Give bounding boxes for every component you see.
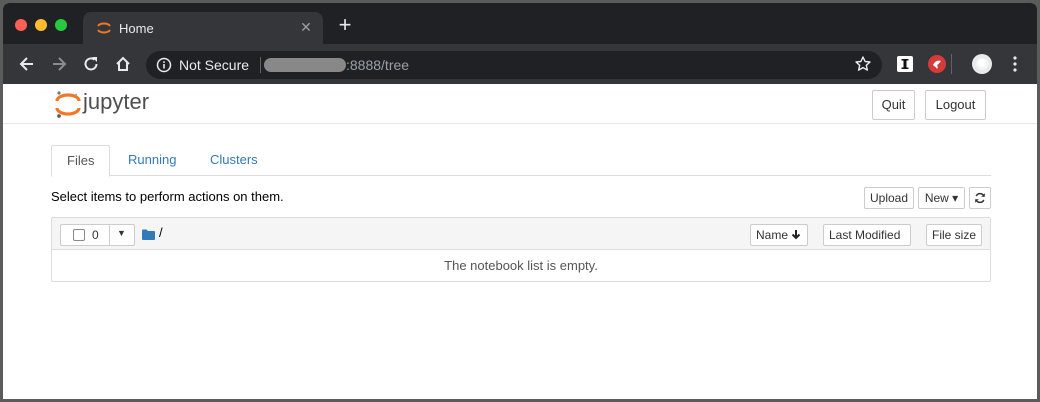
browser-toolbar: Not Secure :8888/tree: [3, 44, 1037, 84]
sort-by-modified-button[interactable]: Last Modified: [823, 224, 911, 246]
jupyter-logo-text[interactable]: jupyter: [83, 89, 149, 115]
home-icon[interactable]: [111, 52, 135, 76]
select-all-checkbox[interactable]: [73, 229, 85, 241]
folder-icon: [142, 227, 155, 240]
bookmark-star-icon[interactable]: [854, 55, 872, 73]
jupyter-page: jupyter Quit Logout Files Running Cluste…: [3, 84, 1037, 399]
sort-by-size-button[interactable]: File size: [926, 224, 982, 246]
address-divider: [260, 57, 261, 73]
browser-tab-home[interactable]: Home ✕: [83, 12, 323, 44]
tab-title: Home: [119, 21, 154, 36]
address-bar[interactable]: Not Secure :8888/tree: [146, 51, 882, 79]
back-arrow-icon[interactable]: [15, 52, 39, 76]
jupyter-favicon-icon: [96, 20, 112, 36]
jupyter-header: jupyter Quit Logout: [3, 84, 1037, 124]
new-tab-button[interactable]: +: [335, 14, 355, 36]
new-dropdown-button[interactable]: New ▾: [918, 187, 965, 209]
toolbar-divider: [951, 54, 952, 74]
tab-files[interactable]: Files: [51, 145, 110, 177]
upload-button[interactable]: Upload: [864, 187, 914, 209]
refresh-icon: [975, 192, 985, 204]
forward-arrow-icon[interactable]: [47, 52, 71, 76]
notebook-list-header: 0 ▼ / Name Last Modified File size: [52, 218, 990, 250]
browser-window: Home ✕ + Not Secure :8888/tree jupyter Q…: [3, 3, 1037, 399]
maximize-window-button[interactable]: [55, 19, 67, 31]
tab-close-icon[interactable]: ✕: [297, 18, 315, 36]
select-dropdown-icon[interactable]: ▼: [117, 228, 126, 238]
sort-by-name-button[interactable]: Name: [750, 224, 808, 246]
info-icon[interactable]: [156, 57, 172, 73]
tab-clusters[interactable]: Clusters: [195, 145, 273, 176]
reload-icon[interactable]: [79, 52, 103, 76]
redacted-host: [264, 58, 346, 72]
selected-count: 0: [92, 228, 99, 242]
browser-menu-icon[interactable]: [1003, 52, 1027, 76]
selection-hint: Select items to perform actions on them.: [51, 189, 284, 204]
minimize-window-button[interactable]: [35, 19, 47, 31]
sort-name-label: Name: [756, 228, 789, 242]
refresh-button[interactable]: [969, 187, 991, 209]
jupyter-logo-icon[interactable]: [55, 90, 81, 118]
empty-list-message: The notebook list is empty.: [444, 258, 598, 273]
tab-strip: Home ✕ +: [3, 3, 1037, 44]
profile-avatar-icon[interactable]: [970, 52, 994, 76]
extension-red-icon[interactable]: [925, 52, 949, 76]
close-window-button[interactable]: [15, 19, 27, 31]
security-label: Not Secure: [179, 57, 250, 73]
logout-button[interactable]: Logout: [925, 90, 986, 120]
notebook-list: 0 ▼ / Name Last Modified File size The n…: [51, 217, 991, 282]
quit-button[interactable]: Quit: [872, 90, 915, 120]
select-divider: [109, 225, 110, 245]
tab-running[interactable]: Running: [113, 145, 191, 176]
select-all-group: 0 ▼: [60, 224, 135, 246]
instapaper-extension-icon[interactable]: [893, 52, 917, 76]
url-text[interactable]: :8888/tree: [346, 57, 409, 73]
breadcrumb-root[interactable]: /: [159, 225, 163, 240]
file-tabs: Files Running Clusters: [51, 145, 991, 177]
sort-down-arrow-icon: [792, 230, 801, 240]
